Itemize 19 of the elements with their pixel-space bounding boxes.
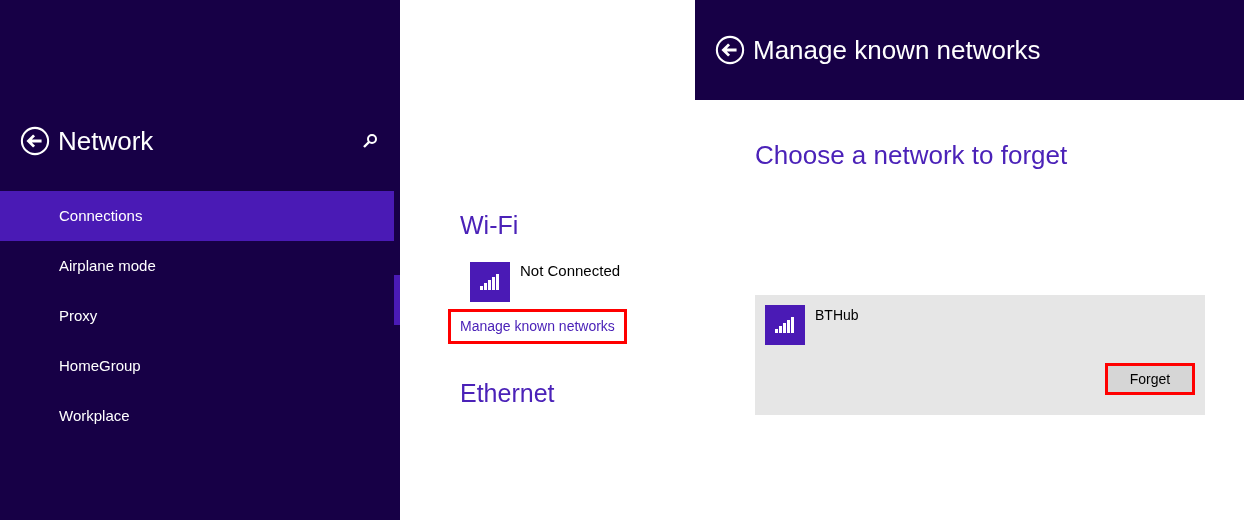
forget-button[interactable]: Forget <box>1105 363 1195 395</box>
manage-networks-link[interactable]: Manage known networks <box>448 309 627 344</box>
wifi-signal-icon <box>765 305 805 345</box>
search-icon[interactable] <box>362 133 378 149</box>
page-title: Manage known networks <box>753 33 1041 67</box>
section-heading: Wi-Fi <box>460 210 520 241</box>
sidebar-item[interactable]: HomeGroup <box>0 341 394 391</box>
sidebar-item[interactable]: Airplane mode <box>0 241 394 291</box>
sidebar-item[interactable]: Connections <box>0 191 394 241</box>
network-card[interactable]: BTHub Forget <box>755 295 1205 415</box>
scrollbar[interactable] <box>394 275 400 325</box>
sidebar-title: Network <box>58 124 155 158</box>
page-heading: Choose a network to forget <box>755 139 1069 172</box>
sidebar-item[interactable]: Proxy <box>0 291 394 341</box>
network-name: BTHub <box>815 306 859 325</box>
sidebar-item[interactable]: Workplace <box>0 391 394 441</box>
network-status: Not Connected <box>520 261 621 281</box>
section-heading: Ethernet <box>460 378 556 409</box>
wifi-signal-icon <box>470 262 510 302</box>
